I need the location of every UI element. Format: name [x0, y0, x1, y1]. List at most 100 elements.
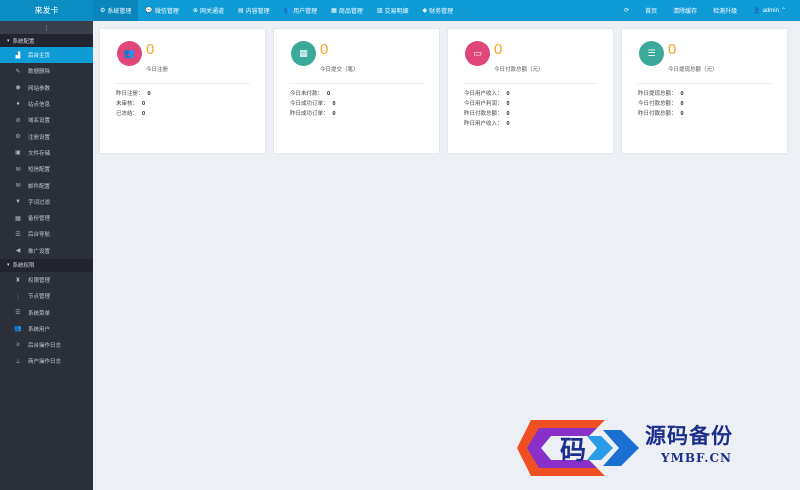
sidebar-group-1[interactable]: ▾ 系统权限 [0, 258, 93, 272]
nav-item-1[interactable]: 💬 微信管理 [138, 0, 186, 21]
sidebar-item[interactable]: ▦ 备份管理 [0, 210, 93, 226]
nav-item-7[interactable]: ◆ 财务管理 [416, 0, 461, 21]
sidebar-item-label: 邮件配置 [28, 183, 51, 190]
nav-item-label: 商品管理 [338, 9, 363, 15]
sidebar-toggle-icon[interactable]: ⋮ [0, 21, 93, 34]
sidebar-item-icon: ✉ [15, 183, 21, 190]
nav-item-icon: ▦ [331, 8, 337, 14]
sidebar-item[interactable]: ⚙ 注册设置 [0, 128, 93, 144]
sidebar-item[interactable]: ♜ 权限管理 [0, 272, 93, 288]
stat-value: 0 [506, 91, 510, 97]
stat-label: 今日用户收入： [464, 91, 503, 97]
sidebar-item[interactable]: ● 站点信息 [0, 96, 93, 112]
top-navbar: 来发卡 ⚙ 系统管理 💬 微信管理 ⊕ 网关通道 ▤ 内容管理 👥 用户管理 ▦ 商品管理 ▥ 交易明细 ◆… [0, 0, 800, 21]
stat-value: 0 [506, 121, 510, 127]
sidebar-item-label: 商户操作日志 [28, 359, 62, 366]
check-update-link[interactable]: 检测升级 [705, 6, 745, 15]
sidebar-item[interactable]: ◉ 网站参数 [0, 80, 93, 96]
nav-item-6[interactable]: ▥ 交易明细 [370, 0, 416, 21]
stat-value: 0 [142, 111, 146, 117]
caret-down-icon: ▾ [7, 262, 10, 269]
nav-item-label: 用户管理 [293, 9, 318, 15]
refresh-icon[interactable]: ⟳ [616, 7, 637, 14]
sidebar-item-icon: ⊥ [15, 358, 21, 365]
sidebar-item-label: 后台主页 [28, 53, 51, 60]
stat-card-icon: ☰ [639, 41, 664, 66]
sidebar-item[interactable]: ≥ 后台操作日志 [0, 337, 93, 353]
home-link[interactable]: 首页 [637, 6, 665, 15]
sidebar: ⋮ ▾ 系统配置 ▟ 后台主页 ✎ 数据删除 ◉ 网站参数 ● 站点信息 ⊘ 域名设置 ⚙ 注册设置 ▣ 文件… [0, 21, 93, 490]
sidebar-item[interactable]: ✉ 短信配置 [0, 161, 93, 177]
sidebar-item[interactable]: ▟ 后台主页 [0, 47, 93, 64]
stat-row: 昨日成功订单： 0 [290, 109, 336, 119]
stat-card-details: 今日用户收入： 0 今日用户利润： 0 昨日付款总额： 0 昨日用户收入： 0 [464, 89, 510, 129]
sidebar-item-icon: ⚙ [15, 134, 21, 141]
stat-card: ▦ 0 今日提交（笔） 今日未付款： 0 今日成功订单： 0 昨日成功订单： 0 [273, 28, 440, 154]
nav-item-2[interactable]: ⊕ 网关通道 [186, 0, 231, 21]
sidebar-item-label: 系统用户 [28, 326, 51, 333]
sidebar-item-icon: ● [16, 101, 20, 108]
stat-label: 昨日成功订单： [290, 111, 329, 117]
stat-label: 昨日付款总额： [638, 111, 677, 117]
sidebar-item[interactable]: ⋮ 节点管理 [0, 288, 93, 304]
stat-card-divider [463, 83, 598, 84]
sidebar-item[interactable]: 👥 系统用户 [0, 321, 93, 337]
stat-value: 0 [332, 111, 336, 117]
nav-item-label: 网关通道 [199, 9, 224, 15]
stat-value: 0 [332, 101, 336, 107]
admin-user-menu[interactable]: 👤 admin ⌃ [745, 7, 794, 15]
stat-value: 0 [680, 101, 684, 107]
nav-item-icon: ◆ [422, 8, 428, 14]
brand-logo[interactable]: 来发卡 [0, 0, 93, 21]
stat-card-title: 今日付款总额（元） [494, 67, 544, 73]
stat-value: 0 [680, 111, 684, 117]
stat-card-divider [637, 83, 772, 84]
watermark: 码 源码备份 YMBF.CN [517, 406, 800, 490]
stat-row: 已冻结： 0 [116, 109, 151, 119]
sidebar-item-label: 数据删除 [28, 69, 51, 76]
sidebar-item-icon: ▦ [15, 215, 21, 222]
nav-item-label: 内容管理 [245, 9, 270, 15]
sidebar-item[interactable]: ✉ 邮件配置 [0, 177, 93, 193]
stat-card-icon: ▭ [465, 41, 490, 66]
stat-card-title: 今日提交（笔） [320, 67, 359, 73]
sidebar-item[interactable]: ▼ 字词过滤 [0, 194, 93, 210]
stat-card-icon: ▦ [291, 41, 316, 66]
sidebar-item-label: 域名设置 [28, 118, 51, 125]
sidebar-group-title: 系统配置 [12, 38, 35, 45]
sidebar-item-label: 备份管理 [28, 216, 51, 223]
stat-label: 已冻结： [116, 111, 139, 117]
sidebar-item[interactable]: ☰ 系统菜单 [0, 304, 93, 320]
sidebar-group-title: 系统权限 [12, 263, 35, 270]
stat-value: 0 [680, 91, 684, 97]
sidebar-item-icon: ≥ [16, 342, 20, 349]
nav-item-5[interactable]: ▦ 商品管理 [324, 0, 370, 21]
stat-value: 0 [142, 101, 146, 107]
stat-label: 昨日用户收入： [464, 121, 503, 127]
stat-card-value: 0 [146, 41, 155, 58]
sidebar-group-0[interactable]: ▾ 系统配置 [0, 34, 93, 47]
sidebar-item[interactable]: ⊘ 域名设置 [0, 112, 93, 128]
nav-item-4[interactable]: 👥 用户管理 [277, 0, 325, 21]
stat-card-details: 昨日注册： 0 未审核： 0 已冻结： 0 [116, 89, 151, 119]
stat-label: 今日付款总额： [638, 101, 677, 107]
stat-card: ☰ 0 今日提现总额（元） 昨日提现总额： 0 今日付款总额： 0 昨日付款总额： 0 [621, 28, 788, 154]
watermark-logo-char: 码 [560, 436, 586, 466]
stat-cards: 👥 0 今日注册 昨日注册： 0 未审核： 0 已冻结： 0 ▦ 0 今日提交（笔） 今日未付款： 0 今日… [99, 28, 788, 154]
clear-cache-link[interactable]: 清除缓存 [665, 6, 705, 15]
stat-row: 昨日用户收入： 0 [464, 119, 510, 129]
nav-item-0[interactable]: ⚙ 系统管理 [93, 0, 139, 21]
nav-item-3[interactable]: ▤ 内容管理 [231, 0, 277, 21]
sidebar-item[interactable]: ◀ 推广设置 [0, 243, 93, 259]
admin-username: admin [762, 7, 779, 14]
sidebar-item[interactable]: ✎ 数据删除 [0, 63, 93, 79]
nav-item-icon: ▥ [376, 8, 383, 14]
sidebar-item[interactable]: ⊥ 商户操作日志 [0, 353, 93, 369]
main-nav: ⚙ 系统管理 💬 微信管理 ⊕ 网关通道 ▤ 内容管理 👥 用户管理 ▦ 商品管理 ▥ 交易明细 ◆ 财务管理 [93, 0, 460, 21]
stat-card: 👥 0 今日注册 昨日注册： 0 未审核： 0 已冻结： 0 [99, 28, 266, 154]
sidebar-item[interactable]: ▣ 文件存储 [0, 145, 93, 161]
stat-card-title: 今日提现总额（元） [668, 67, 718, 73]
nav-item-label: 微信管理 [154, 9, 179, 15]
sidebar-item[interactable]: ☰ 后台导航 [0, 226, 93, 242]
top-right-actions: ⟳ 首页 清除缓存 检测升级 👤 admin ⌃ [616, 0, 800, 21]
